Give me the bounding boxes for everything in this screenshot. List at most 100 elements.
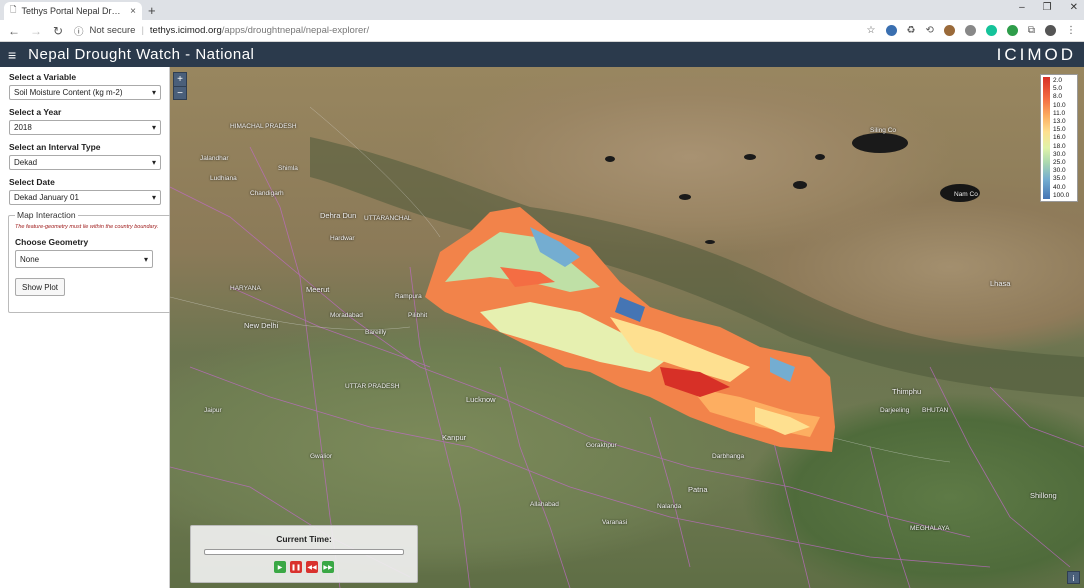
pause-icon[interactable]: ❚❚ <box>290 561 302 573</box>
icimod-logo: ICIMOD <box>996 44 1076 64</box>
time-slider-panel: Current Time: ▶ ❚❚ ◀◀ ▶▶ <box>190 525 418 583</box>
cookie-icon[interactable] <box>943 25 955 36</box>
geometry-select[interactable]: None ▾ <box>15 250 153 268</box>
close-window-icon[interactable]: ✕ <box>1070 2 1078 13</box>
year-select[interactable]: 2018 ▾ <box>9 120 161 135</box>
url-host: tethys.icimod.org <box>149 25 222 36</box>
extension-icon[interactable] <box>885 25 897 36</box>
colorbar-tick-label: 8.0 <box>1053 93 1063 101</box>
colorbar-tick-label: 5.0 <box>1053 85 1063 93</box>
map-label: Bareilly <box>365 329 387 336</box>
forward-arrow-icon[interactable]: → <box>30 24 42 38</box>
map-label: Rampura <box>395 293 422 300</box>
separator: | <box>141 25 144 36</box>
grammarly-icon[interactable] <box>985 25 997 36</box>
tab-close-icon[interactable]: × <box>130 6 136 17</box>
map-label: HARYANA <box>230 285 261 292</box>
browser-tab-bar: 🗋 Tethys Portal Nepal Drought Watch × + … <box>0 0 1084 20</box>
info-icon[interactable]: i <box>1067 571 1080 584</box>
map-label: UTTAR PRADESH <box>345 383 400 390</box>
map-label: Thimphu <box>892 387 922 396</box>
colorbar-labels: 2.0 5.0 8.0 10.0 11.0 13.0 15.0 16.0 18.0 30.0 25.… <box>1050 77 1075 199</box>
avatar[interactable] <box>1045 25 1056 36</box>
page-icon: 🗋 <box>10 5 17 14</box>
kebab-menu-icon[interactable]: ⋮ <box>1066 25 1076 36</box>
time-slider-track[interactable] <box>204 549 404 555</box>
variable-value: Soil Moisture Content (kg m-2) <box>14 88 123 97</box>
maximize-icon[interactable]: ❐ <box>1043 2 1052 13</box>
lake <box>793 181 807 189</box>
extension-icon[interactable] <box>1006 25 1018 36</box>
map-label: Lhasa <box>990 279 1011 288</box>
map-label: HIMACHAL PRADESH <box>230 123 297 130</box>
interval-label: Select an Interval Type <box>9 142 101 152</box>
map-label: Ludhiana <box>210 175 237 182</box>
map-label: Chandigarh <box>250 190 284 197</box>
tab-title: Tethys Portal Nepal Drought Watch <box>21 6 125 16</box>
map-label: Shillong <box>1030 491 1057 500</box>
chevron-down-icon: ▾ <box>151 193 156 202</box>
extension-icon[interactable] <box>964 25 976 36</box>
date-value: Dekad January 01 <box>14 193 79 202</box>
colorbar-gradient <box>1043 77 1050 199</box>
map-label: Darbhanga <box>712 453 745 460</box>
new-tab-button[interactable]: + <box>148 3 156 18</box>
playback-controls: ▶ ❚❚ ◀◀ ▶▶ <box>191 561 417 573</box>
map-canvas[interactable]: + − Jalandhar Ludhiana Chandigarh Shimla… <box>170 67 1084 588</box>
step-forward-icon[interactable]: ▶▶ <box>322 561 334 573</box>
recycle-icon[interactable]: ♻ <box>907 25 916 36</box>
date-select[interactable]: Dekad January 01 ▾ <box>9 190 161 205</box>
app-header: ≡ Nepal Drought Watch - National ICIMOD <box>0 42 1084 67</box>
show-plot-button[interactable]: Show Plot <box>15 278 65 296</box>
url-omnibox[interactable]: ⓘ Not secure | tethys.icimod.org/apps/dr… <box>74 24 857 38</box>
colorbar-tick-label: 2.0 <box>1053 77 1063 84</box>
chevron-down-icon: ▾ <box>151 158 156 167</box>
security-label: Not secure <box>89 25 136 36</box>
star-icon[interactable]: ☆ <box>867 25 876 36</box>
colorbar-tick-label: 11.0 <box>1053 109 1066 117</box>
info-circle-icon: ⓘ <box>74 26 84 38</box>
map-label: BHUTAN <box>922 407 949 414</box>
step-back-icon[interactable]: ◀◀ <box>306 561 318 573</box>
year-value: 2018 <box>14 123 32 132</box>
colorbar-tick-label: 15.0 <box>1053 126 1066 134</box>
colorbar-tick-label: 13.0 <box>1053 118 1066 126</box>
zoom-out-button[interactable]: − <box>174 86 186 99</box>
lake <box>744 154 756 160</box>
map-label: Gwalior <box>310 453 333 460</box>
browser-tab[interactable]: 🗋 Tethys Portal Nepal Drought Watch × <box>4 2 142 20</box>
map-label: New Delhi <box>244 321 279 330</box>
hamburger-menu-icon[interactable]: ≡ <box>8 47 16 63</box>
map-label: UTTARANCHAL <box>364 215 412 222</box>
map-interaction-panel: Map Interaction The feature-geometry mus… <box>8 210 186 313</box>
sidebar: Select a Variable Soil Moisture Content … <box>0 67 186 588</box>
back-arrow-icon[interactable]: ← <box>8 24 20 38</box>
geometry-hint: The feature-geometry must lie within the… <box>15 224 159 230</box>
map-label: Meerut <box>306 285 330 294</box>
current-time-label: Current Time: <box>276 534 332 544</box>
chevron-down-icon: ▾ <box>151 88 156 97</box>
reload-icon[interactable]: ↻ <box>52 24 64 38</box>
map-label: Pilibhit <box>408 312 428 319</box>
interval-select[interactable]: Dekad ▾ <box>9 155 161 170</box>
map-label: Jaipur <box>204 407 222 414</box>
zoom-in-button[interactable]: + <box>174 73 186 86</box>
map-label: Lucknow <box>466 395 496 404</box>
zoom-control: + − <box>173 72 187 100</box>
geometry-label: Choose Geometry <box>15 237 89 247</box>
minimize-icon[interactable]: – <box>1019 2 1025 13</box>
colorbar-tick-label: 16.0 <box>1053 134 1066 142</box>
lake <box>815 154 825 160</box>
colorbar-tick-label: 18.0 <box>1053 142 1066 150</box>
colorbar-tick-label: 40.0 <box>1053 183 1066 191</box>
colorbar-tick-label: 10.0 <box>1053 101 1066 109</box>
lake-siling-co <box>852 133 908 153</box>
map-label: Allahabad <box>530 501 559 508</box>
map-label: Patna <box>688 485 708 494</box>
variable-select[interactable]: Soil Moisture Content (kg m-2) ▾ <box>9 85 161 100</box>
play-icon[interactable]: ▶ <box>274 561 286 573</box>
history-icon[interactable]: ⟲ <box>925 25 933 36</box>
puzzle-icon[interactable]: ⧉ <box>1028 25 1035 36</box>
map-label: Nalanda <box>657 503 682 510</box>
map-label: Varanasi <box>602 519 628 526</box>
